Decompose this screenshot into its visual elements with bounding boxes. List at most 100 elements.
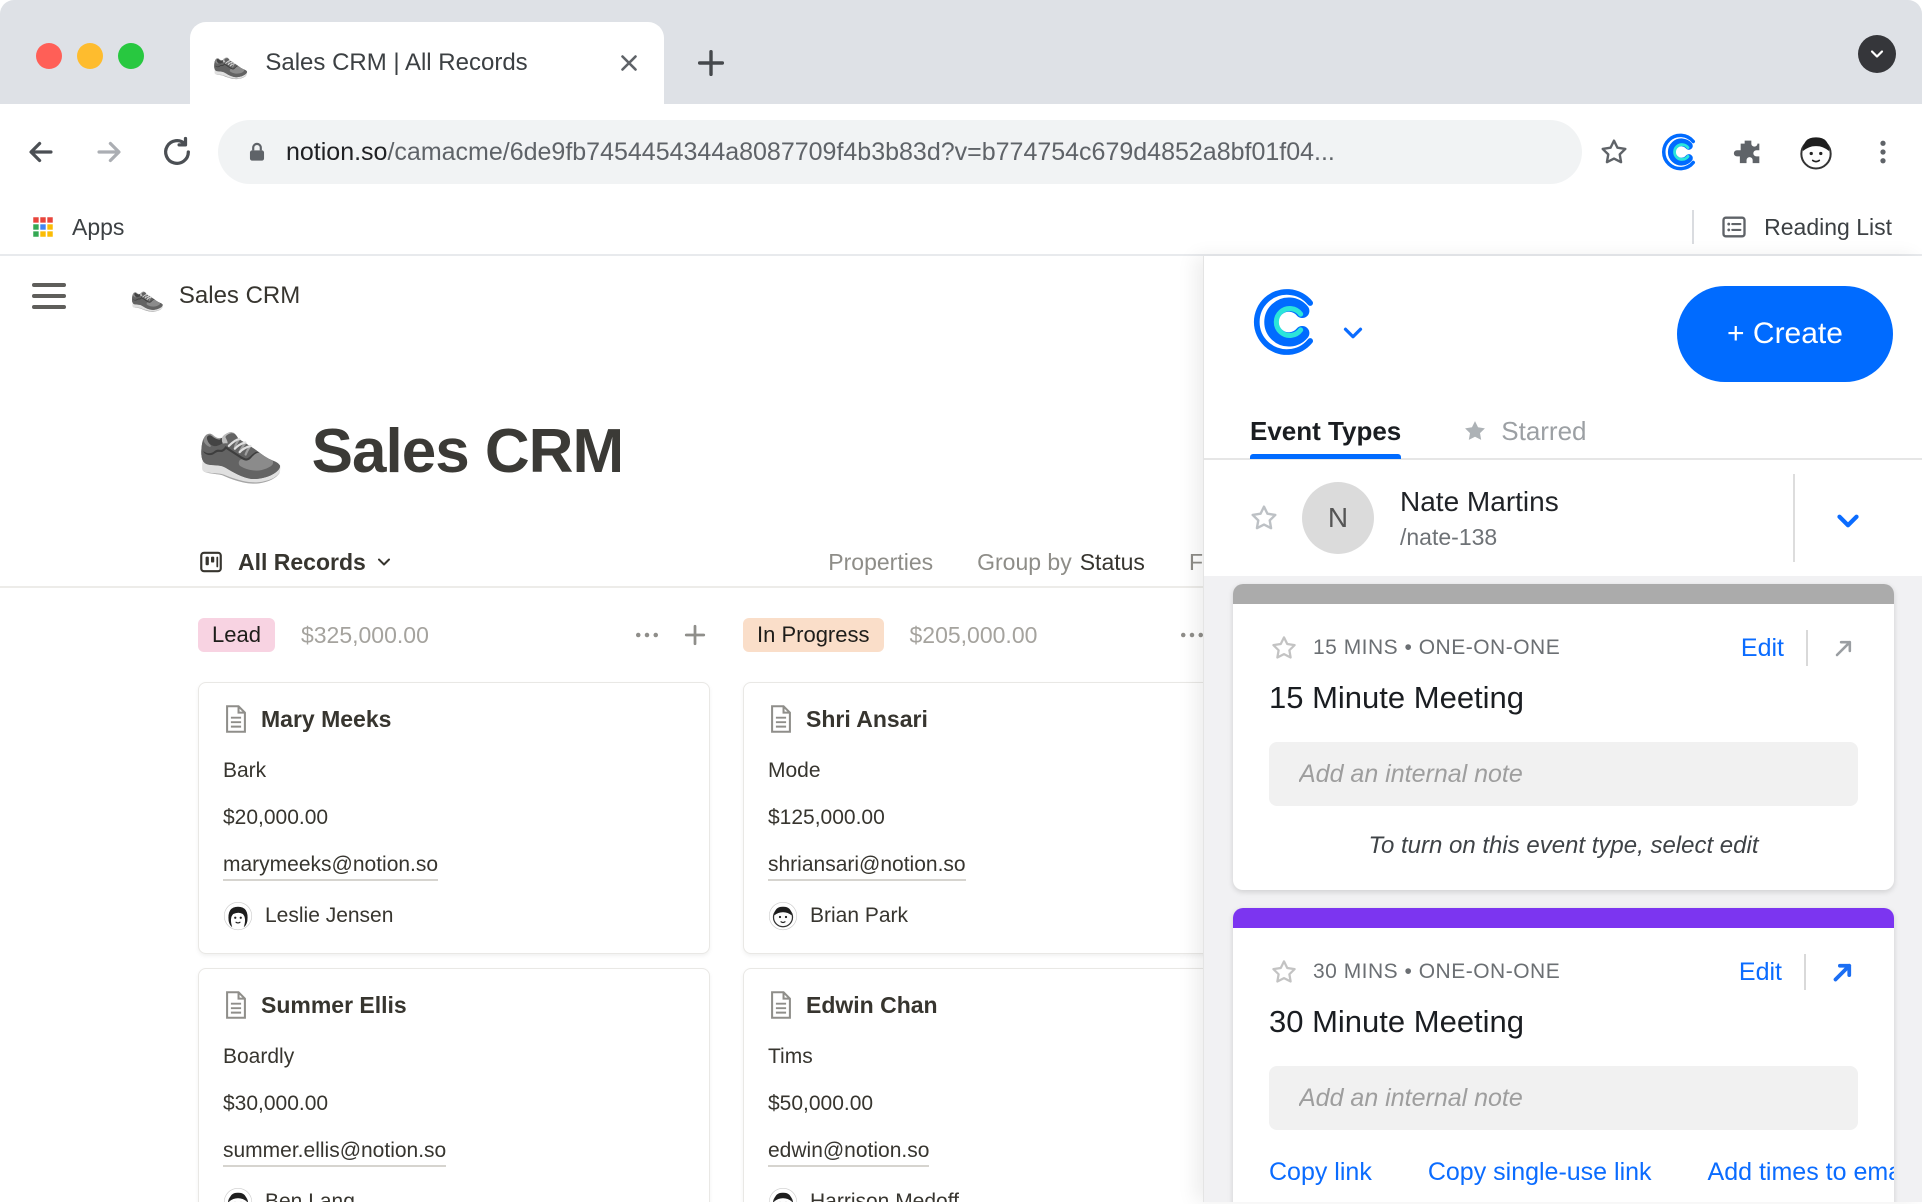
- breadcrumb[interactable]: 👟 Sales CRM: [130, 280, 300, 313]
- record-card[interactable]: Edwin Chan Tims $50,000.00 edwin@notion.…: [743, 968, 1203, 1202]
- calendly-extension-icon[interactable]: [1660, 131, 1702, 173]
- page-content: 👟 Sales CRM 👟 Sales CRM All Records Prop…: [0, 256, 1922, 1202]
- reload-button[interactable]: [160, 135, 194, 169]
- column-total: $205,000.00: [910, 622, 1038, 649]
- tab-close-icon[interactable]: [616, 50, 642, 76]
- record-card[interactable]: Mary Meeks Bark $20,000.00 marymeeks@not…: [198, 682, 710, 954]
- internal-note-input[interactable]: [1269, 1066, 1858, 1130]
- event-meta: 15 MINS • ONE-ON-ONE: [1313, 636, 1560, 660]
- profile-slug: /nate-138: [1400, 524, 1559, 551]
- page-title-block: 👟 Sales CRM: [196, 402, 623, 487]
- tab-favicon-sneaker-icon: 👟: [212, 46, 249, 81]
- minimize-window-button[interactable]: [77, 43, 103, 69]
- record-amount: $30,000.00: [223, 1092, 685, 1116]
- forward-button[interactable]: [92, 135, 126, 169]
- url-domain: notion.so: [286, 138, 387, 166]
- reading-list-icon: [1720, 213, 1748, 241]
- event-meta: 30 MINS • ONE-ON-ONE: [1313, 960, 1560, 984]
- view-toolbar: All Records Properties Group byStatus F: [0, 538, 1203, 586]
- apps-grid-icon: [30, 214, 56, 240]
- profile-name: Nate Martins: [1400, 486, 1559, 518]
- event-type-list: 15 MINS • ONE-ON-ONE Edit 15 Minute Meet…: [1204, 576, 1922, 1202]
- sidebar-toggle-hamburger-icon[interactable]: [32, 283, 66, 309]
- profile-divider: [1793, 474, 1795, 562]
- record-name: Shri Ansari: [806, 706, 928, 733]
- event-title: 30 Minute Meeting: [1269, 1004, 1858, 1040]
- traffic-lights: [36, 43, 144, 69]
- back-button[interactable]: [24, 135, 58, 169]
- internal-note-input[interactable]: [1269, 742, 1858, 806]
- external-link-icon[interactable]: [1828, 957, 1858, 987]
- browser-tab[interactable]: 👟 Sales CRM | All Records: [190, 22, 664, 104]
- copy-link-button[interactable]: Copy link: [1269, 1158, 1372, 1187]
- record-email-link[interactable]: shriansari@notion.so: [768, 853, 966, 881]
- star-outline-icon[interactable]: [1269, 957, 1299, 987]
- status-badge[interactable]: Lead: [198, 618, 275, 652]
- group-by-value: Status: [1080, 549, 1145, 575]
- create-button[interactable]: + Create: [1677, 286, 1893, 382]
- board-view-icon: [198, 549, 224, 575]
- board-column-in-progress: In Progress $205,000.00 Shri Ansari Mode: [743, 616, 1203, 1202]
- record-owner: Brian Park: [810, 904, 908, 928]
- profile-avatar[interactable]: [1794, 130, 1838, 174]
- record-company: Mode: [768, 759, 1203, 783]
- browser-menu-icon[interactable]: [1868, 137, 1898, 167]
- column-add-icon[interactable]: [680, 620, 710, 650]
- male-face-icon: [768, 901, 798, 931]
- group-by-button[interactable]: Group byStatus: [977, 549, 1145, 576]
- tab-event-types[interactable]: Event Types: [1250, 403, 1401, 459]
- page-emoji-sneaker-icon[interactable]: 👟: [196, 402, 286, 487]
- browser-window: 👟 Sales CRM | All Records notion.so/cama…: [0, 0, 1922, 1204]
- chevron-down-icon: [1867, 44, 1887, 64]
- record-email-link[interactable]: marymeeks@notion.so: [223, 853, 438, 881]
- star-icon: [1461, 417, 1489, 445]
- owner-avatar: [768, 901, 798, 931]
- extensions-puzzle-icon[interactable]: [1732, 136, 1764, 168]
- record-email-link[interactable]: edwin@notion.so: [768, 1139, 929, 1167]
- new-tab-button[interactable]: [694, 46, 728, 80]
- account-chevron-down-icon[interactable]: [1338, 318, 1368, 348]
- event-hint: To turn on this event type, select edit: [1269, 832, 1858, 862]
- record-card[interactable]: Shri Ansari Mode $125,000.00 shriansari@…: [743, 682, 1203, 954]
- reading-list-button[interactable]: Reading List: [1764, 214, 1892, 241]
- chevron-down-icon: [374, 552, 394, 572]
- profile-chevron-down-icon[interactable]: [1831, 504, 1865, 538]
- record-card[interactable]: Summer Ellis Boardly $30,000.00 summer.e…: [198, 968, 710, 1202]
- column-header: Lead $325,000.00: [198, 616, 710, 654]
- view-selector[interactable]: All Records: [198, 549, 394, 576]
- edit-link[interactable]: Edit: [1739, 958, 1782, 987]
- column-more-icon[interactable]: [632, 620, 662, 650]
- address-bar[interactable]: notion.so/camacme/6de9fb7454454344a80877…: [218, 120, 1582, 184]
- record-owner: Leslie Jensen: [265, 904, 393, 928]
- bookmark-star-icon[interactable]: [1598, 136, 1630, 168]
- column-more-icon[interactable]: [1177, 620, 1203, 650]
- url-path: /camacme/6de9fb7454454344a8087709f4b3b83…: [387, 138, 1334, 166]
- tab-search-button[interactable]: [1858, 35, 1896, 73]
- status-badge[interactable]: In Progress: [743, 618, 884, 652]
- add-times-to-email-button[interactable]: Add times to email: [1708, 1158, 1894, 1187]
- tab-starred-label: Starred: [1501, 416, 1586, 447]
- filter-button-truncated[interactable]: F: [1189, 549, 1203, 576]
- notion-app: 👟 Sales CRM 👟 Sales CRM All Records Prop…: [0, 256, 1203, 1202]
- close-window-button[interactable]: [36, 43, 62, 69]
- copy-single-use-link-button[interactable]: Copy single-use link: [1428, 1158, 1652, 1187]
- star-outline-icon[interactable]: [1248, 502, 1280, 534]
- star-outline-icon[interactable]: [1269, 633, 1299, 663]
- record-email-link[interactable]: summer.ellis@notion.so: [223, 1139, 446, 1167]
- bookmark-apps[interactable]: Apps: [72, 214, 124, 241]
- record-name: Summer Ellis: [261, 992, 407, 1019]
- page-title: Sales CRM: [312, 416, 623, 487]
- tab-starred[interactable]: Starred: [1461, 403, 1586, 459]
- record-amount: $50,000.00: [768, 1092, 1203, 1116]
- male-face-icon: [768, 1187, 798, 1202]
- edit-link[interactable]: Edit: [1741, 634, 1784, 663]
- breadcrumb-label: Sales CRM: [179, 282, 300, 310]
- record-company: Boardly: [223, 1045, 685, 1069]
- record-name: Edwin Chan: [806, 992, 938, 1019]
- profile-row[interactable]: N Nate Martins /nate-138: [1204, 460, 1922, 576]
- event-type-card: 15 MINS • ONE-ON-ONE Edit 15 Minute Meet…: [1233, 584, 1894, 890]
- calendly-logo-icon[interactable]: [1250, 284, 1326, 360]
- properties-button[interactable]: Properties: [828, 549, 933, 576]
- zoom-window-button[interactable]: [118, 43, 144, 69]
- external-link-icon[interactable]: [1830, 634, 1858, 662]
